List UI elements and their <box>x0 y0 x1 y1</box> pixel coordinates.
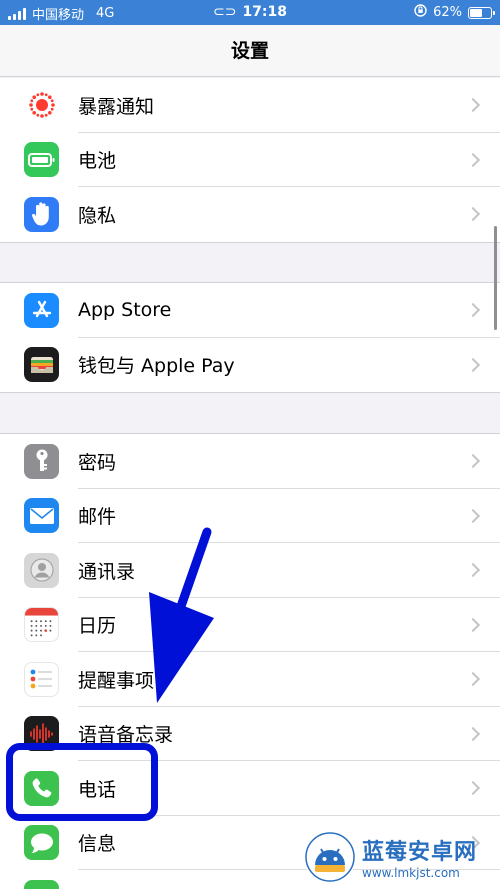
watermark-logo-icon <box>304 831 356 883</box>
settings-group-system: 暴露通知 电池 隐私 <box>0 78 500 243</box>
settings-row-reminders[interactable]: 提醒事项 <box>0 652 500 707</box>
calendar-icon <box>24 607 59 643</box>
navigation-bar: 设置 <box>0 25 500 77</box>
watermark-title: 蓝莓安卓网 <box>362 840 478 865</box>
watermark-url: www.lmkjst.com <box>362 866 460 880</box>
settings-row-label: 提醒事项 <box>78 669 155 692</box>
settings-row-label: 钱包与 Apple Pay <box>78 355 235 378</box>
settings-row-contacts[interactable]: 通讯录 <box>0 543 500 598</box>
settings-row-privacy[interactable]: 隐私 <box>0 187 500 242</box>
app-store-icon <box>24 292 59 328</box>
facetime-icon <box>24 879 59 889</box>
battery-icon <box>24 142 59 178</box>
settings-row-exposure-notification[interactable]: 暴露通知 <box>0 78 500 133</box>
settings-row-app-store[interactable]: App Store <box>0 283 500 338</box>
scroll-indicator[interactable] <box>494 226 497 330</box>
settings-group-store: App Store 钱包与 Apple Pay <box>0 282 500 393</box>
chevron-right-icon <box>465 454 481 469</box>
reminders-icon <box>24 661 59 697</box>
settings-row-label: 隐私 <box>78 204 117 227</box>
site-watermark: 蓝莓安卓网 www.lmkjst.com <box>304 829 494 885</box>
page-title: 设置 <box>230 40 269 62</box>
chevron-right-icon <box>465 508 481 523</box>
privacy-hand-icon <box>24 196 59 232</box>
chevron-right-icon <box>465 152 481 167</box>
settings-row-label: 邮件 <box>78 506 117 529</box>
exposure-notification-icon <box>24 87 59 123</box>
settings-row-mail[interactable]: 邮件 <box>0 489 500 543</box>
contacts-icon <box>24 552 59 588</box>
settings-row-passwords[interactable]: 密码 <box>0 434 500 489</box>
settings-row-battery[interactable]: 电池 <box>0 133 500 187</box>
chevron-right-icon <box>465 726 481 741</box>
messages-icon <box>24 825 59 861</box>
settings-row-label: 信息 <box>78 833 117 856</box>
mail-icon <box>24 498 59 534</box>
status-time: 17:18 <box>242 4 288 20</box>
chevron-right-icon <box>465 303 481 318</box>
chevron-right-icon <box>465 563 481 578</box>
chevron-right-icon <box>465 207 481 222</box>
settings-row-wallet[interactable]: 钱包与 Apple Pay <box>0 338 500 393</box>
settings-row-label: 暴露通知 <box>78 95 155 118</box>
settings-row-label: 通讯录 <box>78 560 136 583</box>
key-icon <box>24 443 59 479</box>
settings-row-label: 电池 <box>78 150 117 173</box>
chevron-right-icon <box>465 781 481 796</box>
chevron-right-icon <box>465 98 481 113</box>
settings-row-label: 密码 <box>78 451 117 474</box>
chevron-right-icon <box>465 672 481 687</box>
settings-row-calendar[interactable]: 日历 <box>0 598 500 652</box>
chevron-right-icon <box>465 357 481 372</box>
status-bar: 中国移动 4G ⊂⊃ 17:18 62% <box>0 0 500 25</box>
chevron-right-icon <box>465 617 481 632</box>
battery-percent: 62% <box>433 5 462 20</box>
battery-status-icon <box>468 6 495 19</box>
wallet-icon <box>24 347 59 383</box>
highlight-box <box>6 743 158 821</box>
link-icon: ⊂⊃ <box>212 4 237 20</box>
orientation-lock-icon <box>414 4 427 21</box>
settings-row-label: App Store <box>78 299 172 322</box>
settings-row-label: 日历 <box>78 615 117 638</box>
